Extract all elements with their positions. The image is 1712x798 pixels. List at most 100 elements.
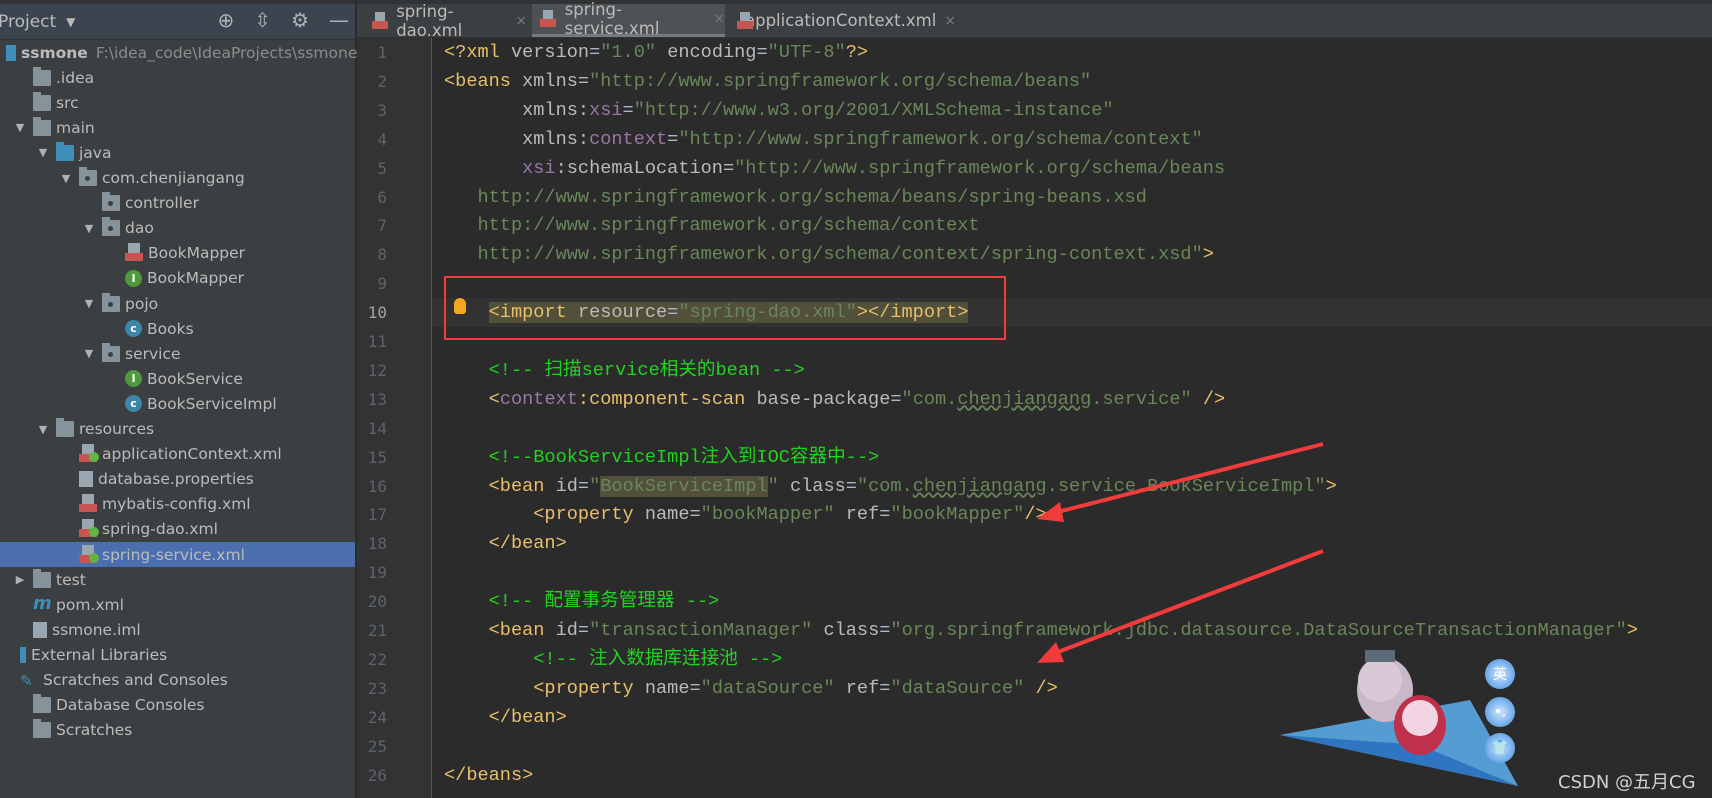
tree-item[interactable]: ▼ resources [0,417,355,442]
code-token: class [823,620,880,641]
line-number: 10 [367,303,387,323]
chevron-down-icon[interactable]: ▼ [66,15,75,29]
code-line[interactable]: <bean id="transactionManager" class="org… [444,616,1638,645]
tree-item[interactable]: ▼ pojo [0,291,355,316]
line-number: 4 [377,129,387,149]
code-line[interactable]: <!-- 扫描service相关的bean --> [444,356,805,385]
expand-arrow-icon[interactable]: ▼ [59,172,73,185]
code-token: "com. [856,475,913,497]
expand-arrow-icon[interactable]: ▼ [82,347,96,360]
tree-item[interactable]: .idea [0,65,355,90]
tree-item[interactable]: I BookMapper [0,266,355,291]
tab-label: spring-service.xml [564,0,660,38]
code-token: > [1202,244,1214,266]
expand-arrow-icon[interactable]: ▼ [82,297,96,310]
tree-item[interactable]: External Libraries [0,642,355,667]
code-token: <property [533,504,645,526]
tree-item[interactable]: ▼ service [0,341,355,366]
tab-spring-dao-xml[interactable]: spring-dao.xml × [364,2,527,40]
code-token: chenjiangang [912,475,1047,497]
tree-item[interactable]: Database Consoles [0,693,355,718]
libraries-icon [20,646,26,663]
tree-item-label: External Libraries [31,645,168,664]
folder-icon [33,694,51,714]
code-line[interactable]: <?xml version="1.0" encoding="UTF-8"?> [444,38,868,67]
line-number: 19 [367,563,387,583]
code-line[interactable]: http://www.springframework.org/schema/co… [444,211,979,240]
tree-item[interactable]: BookMapper [0,241,355,266]
tree-item[interactable]: ▼ main [0,115,355,140]
code-token: context [499,388,578,410]
code-line[interactable]: </bean> [444,529,567,558]
tree-item[interactable]: ssmone.iml [0,617,355,642]
lightbulb-icon[interactable] [454,298,466,314]
spring-xml-icon [79,444,99,463]
interface-icon: I [125,269,142,287]
close-icon[interactable]: × [515,13,527,29]
tree-item[interactable]: applicationContext.xml [0,442,355,467]
code-line[interactable]: </beans> [444,761,533,790]
tree-item[interactable]: ✎ Scratches and Consoles [0,668,355,693]
tree-item[interactable]: m pom.xml [0,592,355,617]
tree-item[interactable]: I BookService [0,366,355,391]
code-line[interactable]: <property name="dataSource" ref="dataSou… [444,674,1058,703]
tree-item[interactable]: ssmone F:\idea_code\IdeaProjects\ssmone [0,40,357,65]
expand-arrow-icon[interactable]: ▶ [13,573,27,586]
code-line[interactable]: http://www.springframework.org/schema/be… [444,183,1147,212]
code-line[interactable]: </bean> [444,703,567,732]
code-line[interactable]: <context:component-scan base-package="co… [444,385,1226,414]
tree-item[interactable]: c BookServiceImpl [0,391,355,416]
code-line[interactable]: <property name="bookMapper" ref="bookMap… [444,500,1046,529]
tree-item[interactable]: ▼ java [0,140,355,165]
code-token: "dataSource" [890,677,1025,699]
tree-item[interactable]: c Books [0,316,355,341]
tree-item[interactable]: spring-dao.xml [0,517,355,542]
tree-item[interactable]: mybatis-config.xml [0,492,355,517]
crosshair-icon[interactable]: ⊕ [218,8,235,32]
tree-item[interactable]: src [0,90,355,115]
code-line[interactable]: xmlns:xsi="http://www.w3.org/2001/XMLSch… [444,96,1113,125]
tab-spring-service-xml[interactable]: spring-service.xml × [532,0,725,38]
spring-xml-icon [540,10,557,28]
code-line[interactable]: http://www.springframework.org/schema/co… [444,240,1214,269]
tree-item-label: Scratches and Consoles [43,671,228,689]
expand-arrow-icon[interactable]: ▼ [36,423,50,436]
code-token: " [589,475,601,497]
project-view-selector[interactable]: Project [0,12,56,32]
code-line[interactable]: <beans xmlns="http://www.springframework… [444,67,1091,96]
tab-applicationContext-xml[interactable]: applicationContext.xml × [729,4,956,37]
tree-item[interactable]: spring-service.xml [0,542,355,567]
expand-arrow-icon[interactable]: ▼ [82,222,96,235]
input-method-button[interactable]: 英 [1485,659,1515,689]
code-line[interactable]: <bean id="BookServiceImpl" class="com.ch… [444,472,1337,501]
collapse-icon[interactable]: ⇳ [254,8,271,32]
tree-item[interactable]: ▶ test [0,567,355,592]
tree-item[interactable]: ▼ dao [0,216,355,241]
code-line[interactable]: <!--BookServiceImpl注入到IOC容器中--> [444,443,880,472]
code-line[interactable]: <!-- 注入数据库连接池 --> [444,645,782,674]
code-line[interactable]: xmlns:context="http://www.springframewor… [444,125,1203,154]
close-icon[interactable]: × [944,13,956,29]
punctuation-button[interactable]: •, [1485,697,1515,727]
tree-item[interactable]: controller [0,191,355,216]
code-line[interactable]: <!-- 配置事务管理器 --> [444,587,720,616]
class-icon: c [125,320,142,338]
gear-icon[interactable]: ⚙ [291,8,309,32]
code-token: BookServiceImpl [600,475,768,497]
tree-item[interactable]: Scratches [0,718,355,743]
code-line[interactable]: xsi:schemaLocation="http://www.springfra… [444,154,1225,183]
line-number: 25 [367,736,387,756]
tree-item[interactable]: database.properties [0,467,355,492]
minimize-icon[interactable]: — [329,8,349,32]
close-icon[interactable]: × [713,11,725,27]
line-number: 22 [367,649,387,669]
expand-arrow-icon[interactable]: ▼ [36,146,50,159]
skin-button[interactable]: 👕 [1485,733,1515,763]
expand-arrow-icon[interactable]: ▼ [13,121,27,134]
tree-item[interactable]: ▼ com.chenjiangang [0,166,355,191]
